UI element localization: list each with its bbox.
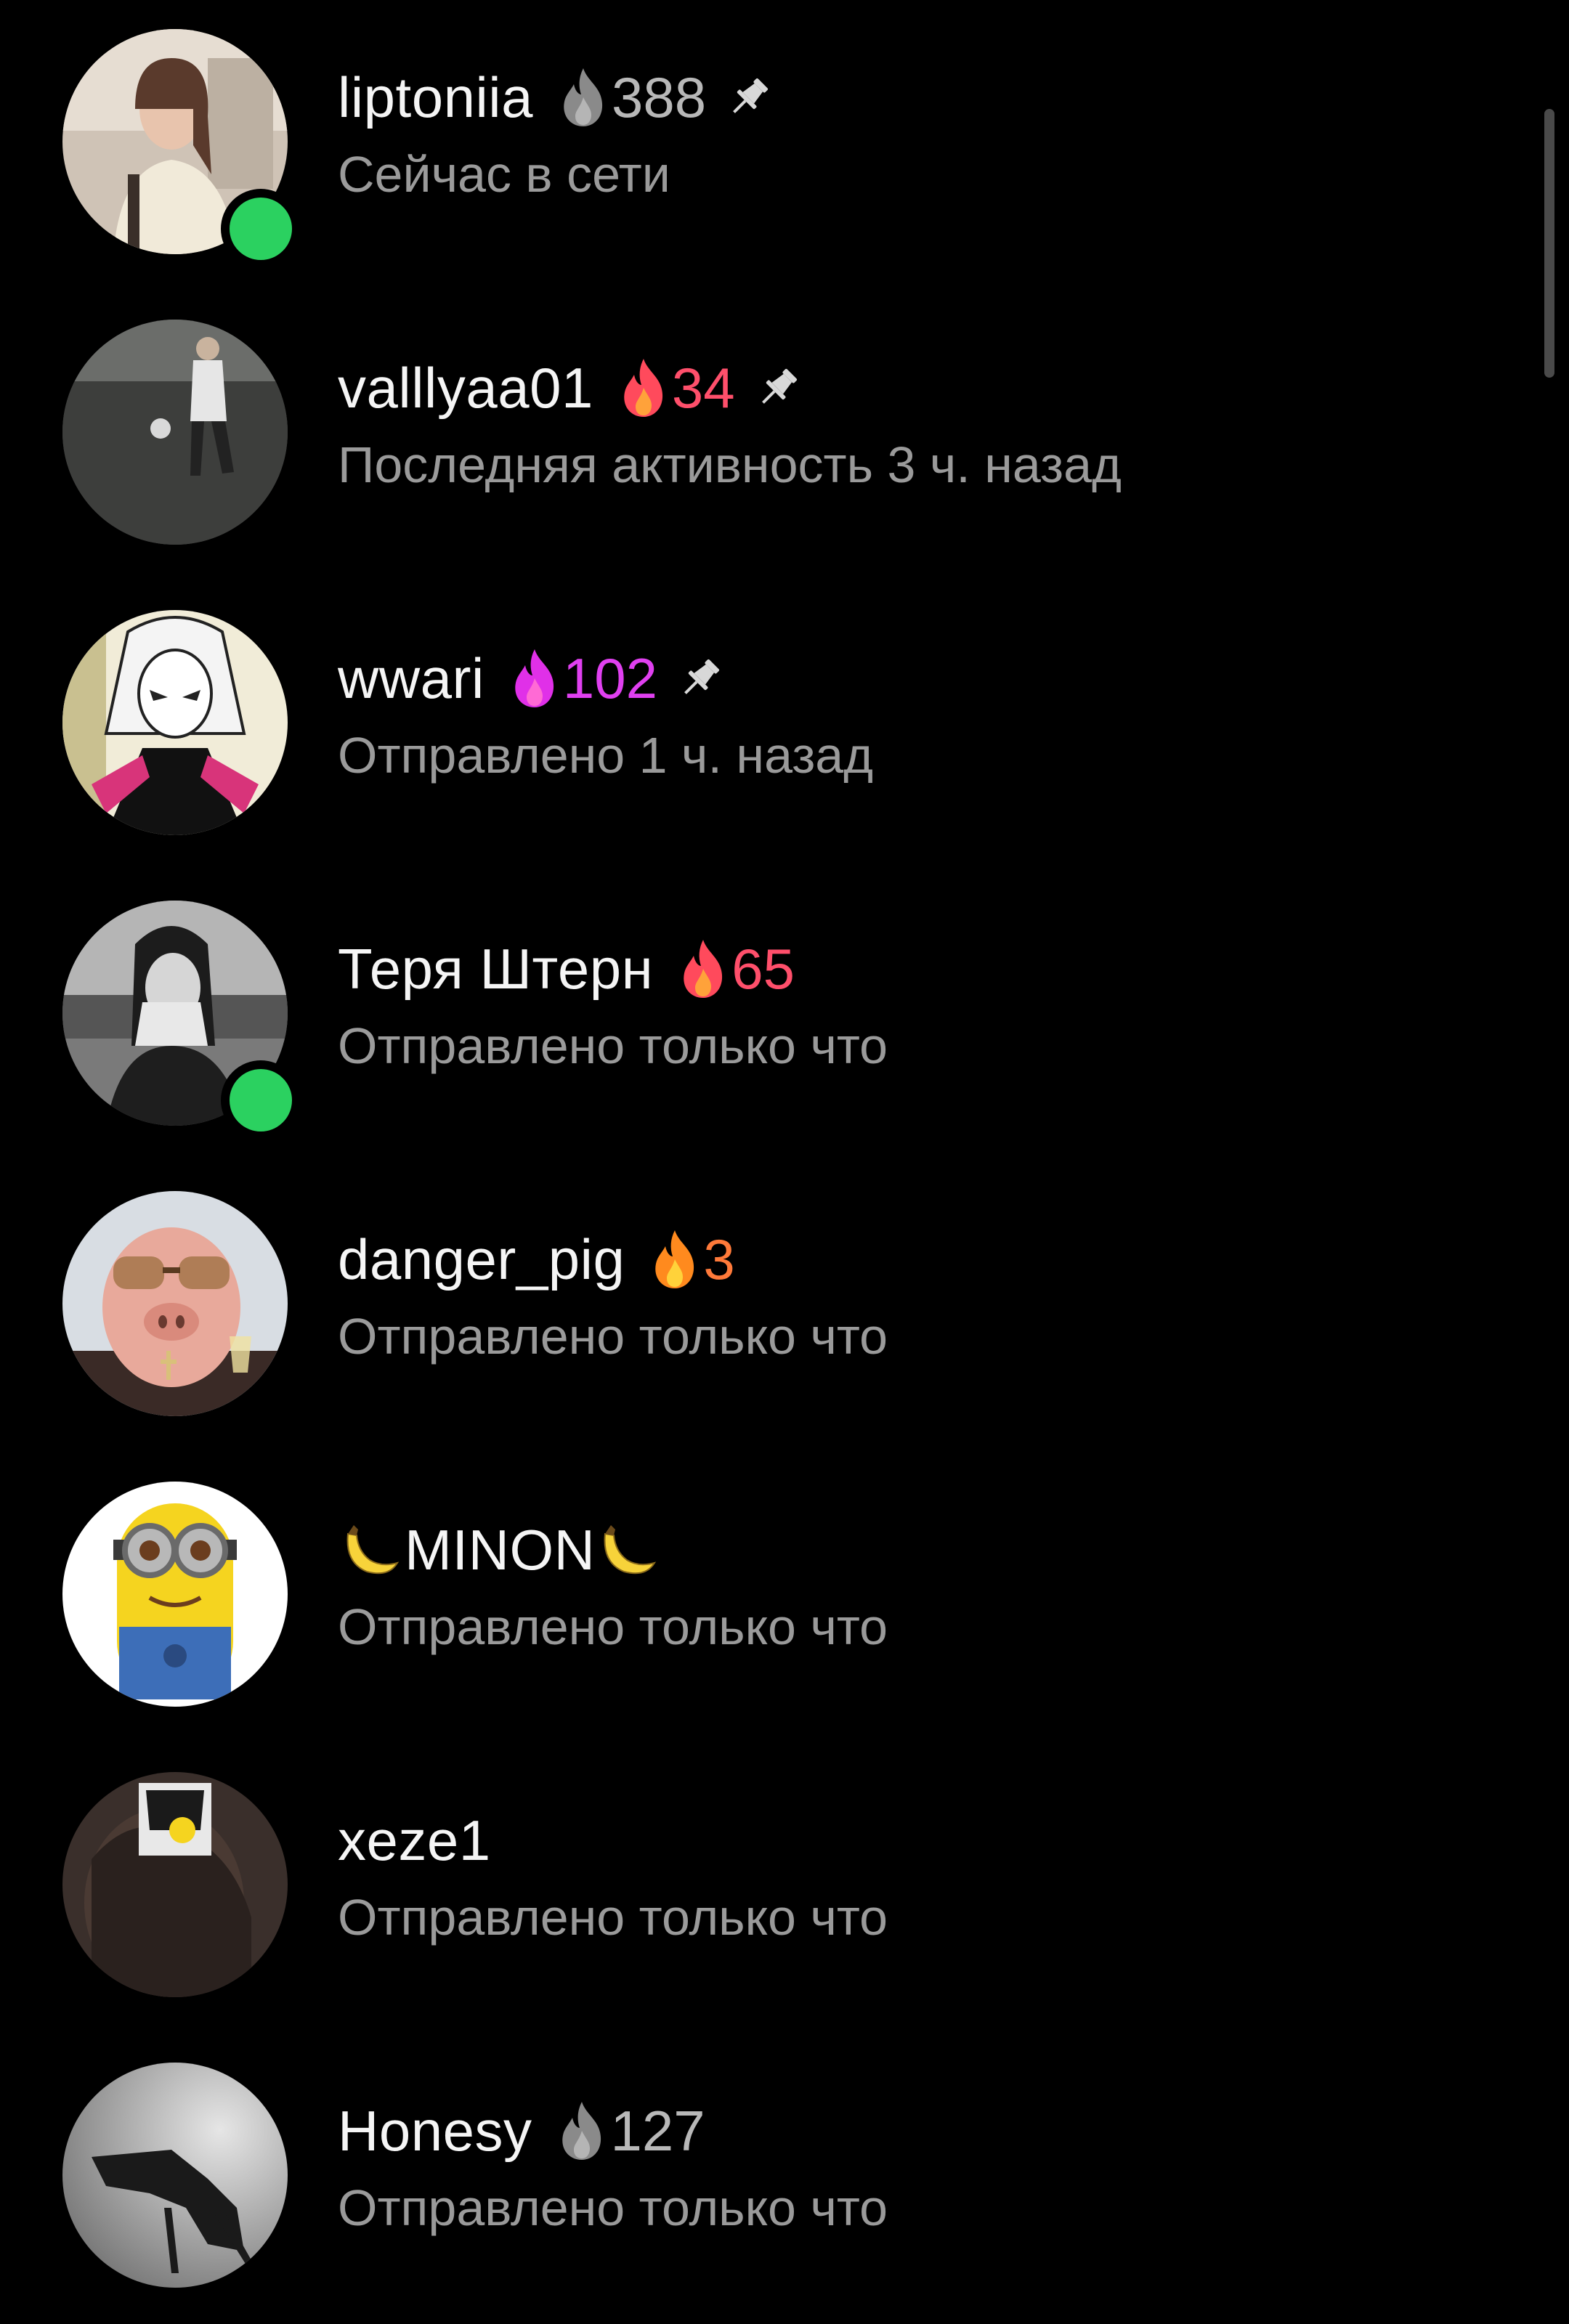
chat-row-minon[interactable]: MINON Отправлено только что xyxy=(0,1452,1525,1743)
pin-icon xyxy=(761,368,797,404)
avatar[interactable] xyxy=(62,320,288,545)
scrollbar[interactable] xyxy=(1544,109,1554,378)
banana-icon xyxy=(338,1519,405,1580)
avatar[interactable] xyxy=(62,1772,288,1997)
streak-count: 65 xyxy=(731,936,795,1001)
name-line: MINON xyxy=(338,1509,662,1590)
red-flame-icon xyxy=(624,359,662,417)
streak-count: 102 xyxy=(562,646,657,710)
purple-flame-icon xyxy=(515,649,554,707)
streak-badge: 388 xyxy=(556,65,706,131)
name-line: liptoniia 388 xyxy=(338,57,773,138)
streak-count: 388 xyxy=(612,65,707,129)
last-activity-status: Отправлено только что xyxy=(338,2179,888,2236)
name-line: danger_pig 3 xyxy=(338,1219,735,1300)
username: Теря Штерн xyxy=(338,936,654,1001)
online-indicator xyxy=(221,189,301,269)
last-activity-status: Сейчас в сети xyxy=(338,146,670,203)
avatar[interactable] xyxy=(62,1191,288,1416)
name-line: Honesy 127 xyxy=(338,2090,705,2171)
avatar-photo xyxy=(62,2063,288,2288)
username: xeze1 xyxy=(338,1808,491,1872)
gray-flame-icon xyxy=(564,68,603,126)
last-activity-status: Отправлено только что xyxy=(338,1308,888,1365)
avatar-photo xyxy=(62,1772,288,1997)
last-activity-status: Отправлено только что xyxy=(338,1889,888,1946)
streak-count: 127 xyxy=(610,2098,705,2163)
chat-row-liptoniia[interactable]: liptoniia 388 Сейчас в сети xyxy=(0,0,1525,290)
streak-badge: 3 xyxy=(648,1227,735,1293)
streak-count: 34 xyxy=(671,355,735,420)
chat-row-danger-pig[interactable]: danger_pig 3 Отправлено только что xyxy=(0,1162,1525,1452)
name-line: xeze1 xyxy=(338,1800,491,1881)
username: wwari xyxy=(338,646,485,710)
avatar[interactable] xyxy=(62,2063,288,2288)
last-activity-status: Последняя активность 3 ч. назад xyxy=(338,436,1122,493)
streak-count: 3 xyxy=(703,1227,735,1291)
username: valllyaa01 xyxy=(338,355,593,420)
chat-list: liptoniia 388 Сейчас в сети valllyaa01 3… xyxy=(0,0,1569,2311)
streak-badge: 127 xyxy=(555,2098,705,2164)
online-indicator xyxy=(221,1060,301,1140)
orange-flame-icon xyxy=(655,1230,694,1288)
gray-flame-icon xyxy=(562,2102,601,2160)
last-activity-status: Отправлено только что xyxy=(338,1598,888,1655)
pin-icon xyxy=(733,78,769,113)
red-flame-icon xyxy=(684,940,723,998)
username: Honesy xyxy=(338,2098,532,2163)
avatar[interactable] xyxy=(62,1482,288,1707)
username: liptoniia xyxy=(338,65,534,129)
chat-row-wwari[interactable]: wwari 102 Отправлено 1 ч. назад xyxy=(0,581,1525,871)
streak-badge: 102 xyxy=(508,646,657,712)
chat-row-terya-shtern[interactable]: Теря Штерн 65 Отправлено только что xyxy=(0,871,1525,1162)
name-line: Теря Штерн 65 xyxy=(338,928,795,1009)
avatar-photo xyxy=(62,610,288,835)
last-activity-status: Отправлено 1 ч. назад xyxy=(338,727,874,784)
pin-icon xyxy=(684,659,720,694)
streak-badge: 34 xyxy=(617,355,735,421)
chat-row-valllyaa01[interactable]: valllyaa01 34 Последняя активность 3 ч. … xyxy=(0,290,1525,581)
chat-row-xeze1[interactable]: xeze1 Отправлено только что xyxy=(0,1743,1525,2033)
name-line: valllyaa01 34 xyxy=(338,347,802,428)
avatar[interactable] xyxy=(62,610,288,835)
chat-row-honesy[interactable]: Honesy 127 Отправлено только что xyxy=(0,2033,1525,2324)
avatar-photo xyxy=(62,1482,288,1707)
name-line: wwari 102 xyxy=(338,638,724,719)
last-activity-status: Отправлено только что xyxy=(338,1017,888,1074)
banana-icon xyxy=(595,1519,662,1580)
avatar-photo xyxy=(62,320,288,545)
avatar-photo xyxy=(62,1191,288,1416)
username: MINON xyxy=(405,1517,596,1582)
streak-badge: 65 xyxy=(676,936,795,1002)
username: danger_pig xyxy=(338,1227,625,1291)
